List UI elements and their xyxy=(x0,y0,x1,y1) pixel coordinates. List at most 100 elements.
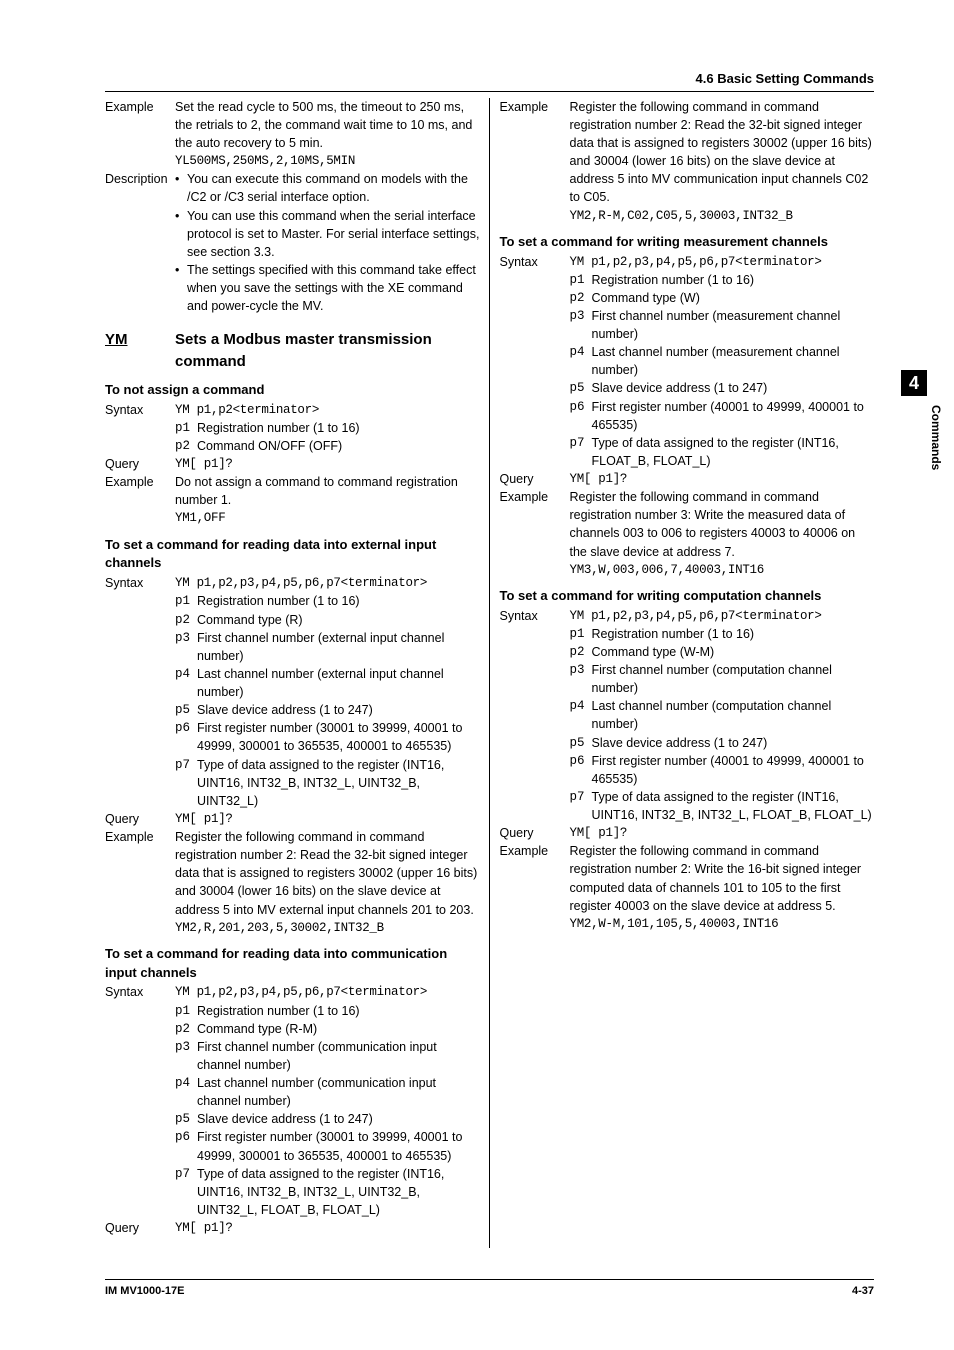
param-code: p3 xyxy=(570,661,592,679)
param-text: Command type (R) xyxy=(197,611,480,629)
param-code: p4 xyxy=(570,697,592,715)
syntax-label: Syntax xyxy=(105,983,175,1001)
subhead: To set a command for reading data into c… xyxy=(105,945,480,983)
query-text: YM[ p1]? xyxy=(570,470,875,488)
param-code: p1 xyxy=(175,592,197,610)
chapter-tab: 4 xyxy=(901,370,927,396)
syntax-text: YM p1,p2,p3,p4,p5,p6,p7<terminator> xyxy=(570,253,875,271)
footer-right: 4-37 xyxy=(852,1284,874,1300)
param-code: p2 xyxy=(175,437,197,455)
param-text: First channel number (measurement channe… xyxy=(592,307,875,343)
param-code: p7 xyxy=(570,788,592,806)
param-code: p5 xyxy=(570,734,592,752)
param-text: First register number (30001 to 39999, 4… xyxy=(197,1128,480,1164)
param-text: Last channel number (computation channel… xyxy=(592,697,875,733)
param-code: p6 xyxy=(570,752,592,770)
bullet-icon: • xyxy=(175,207,187,225)
example-text: Register the following command in comman… xyxy=(570,98,875,207)
param-code: p1 xyxy=(175,419,197,437)
param-code: p1 xyxy=(175,1002,197,1020)
example-label: Example xyxy=(105,98,175,116)
query-text: YM[ p1]? xyxy=(175,810,480,828)
example-code: YL500MS,250MS,2,10MS,5MIN xyxy=(175,152,480,170)
param-code: p7 xyxy=(570,434,592,452)
param-text: Command type (R-M) xyxy=(197,1020,480,1038)
param-code: p6 xyxy=(175,719,197,737)
subhead: To not assign a command xyxy=(105,381,480,400)
body-columns: ExampleSet the read cycle to 500 ms, the… xyxy=(105,98,874,1248)
param-code: p5 xyxy=(175,701,197,719)
command-desc: Sets a Modbus master transmission comman… xyxy=(175,329,480,373)
example-text: Register the following command in comman… xyxy=(175,828,480,919)
param-text: First register number (40001 to 49999, 4… xyxy=(592,752,875,788)
syntax-label: Syntax xyxy=(500,253,570,271)
param-text: Type of data assigned to the register (I… xyxy=(197,1165,480,1219)
example-code: YM3,W,003,006,7,40003,INT16 xyxy=(570,561,875,579)
param-code: p4 xyxy=(175,1074,197,1092)
query-label: Query xyxy=(500,470,570,488)
param-text: Type of data assigned to the register (I… xyxy=(592,788,875,824)
query-label: Query xyxy=(105,455,175,473)
param-text: First register number (30001 to 39999, 4… xyxy=(197,719,480,755)
param-text: First channel number (external input cha… xyxy=(197,629,480,665)
param-code: p2 xyxy=(570,289,592,307)
param-text: First channel number (computation channe… xyxy=(592,661,875,697)
syntax-label: Syntax xyxy=(105,574,175,592)
example-code: YM2,R,201,203,5,30002,INT32_B xyxy=(175,919,480,937)
example-label: Example xyxy=(500,98,570,116)
page: 4.6 Basic Setting Commands 4 Commands Ex… xyxy=(105,70,874,1300)
param-text: Command type (W) xyxy=(592,289,875,307)
param-text: Command type (W-M) xyxy=(592,643,875,661)
param-text: Last channel number (external input chan… xyxy=(197,665,480,701)
param-code: p4 xyxy=(175,665,197,683)
example-code: YM2,R-M,C02,C05,5,30003,INT32_B xyxy=(570,207,875,225)
param-text: Type of data assigned to the register (I… xyxy=(592,434,875,470)
param-code: p1 xyxy=(570,625,592,643)
example-text: Do not assign a command to command regis… xyxy=(175,473,480,509)
subhead: To set a command for writing computation… xyxy=(500,587,875,606)
param-text: Registration number (1 to 16) xyxy=(592,625,875,643)
subhead: To set a command for writing measurement… xyxy=(500,233,875,252)
param-text: Command ON/OFF (OFF) xyxy=(197,437,480,455)
param-code: p4 xyxy=(570,343,592,361)
command-mnemonic: YM xyxy=(105,329,175,351)
example-text: Register the following command in comman… xyxy=(570,488,875,561)
syntax-label: Syntax xyxy=(500,607,570,625)
param-text: Type of data assigned to the register (I… xyxy=(197,756,480,810)
syntax-text: YM p1,p2,p3,p4,p5,p6,p7<terminator> xyxy=(570,607,875,625)
param-code: p1 xyxy=(570,271,592,289)
syntax-label: Syntax xyxy=(105,401,175,419)
description-label: Description xyxy=(105,170,175,188)
example-text: Set the read cycle to 500 ms, the timeou… xyxy=(175,98,480,152)
param-text: Slave device address (1 to 247) xyxy=(197,701,480,719)
param-text: Registration number (1 to 16) xyxy=(197,419,480,437)
param-code: p7 xyxy=(175,1165,197,1183)
bullet-icon: • xyxy=(175,170,187,188)
example-label: Example xyxy=(500,488,570,506)
footer: IM MV1000-17E 4-37 xyxy=(105,1279,874,1300)
bullet-icon: • xyxy=(175,261,187,279)
param-code: p3 xyxy=(570,307,592,325)
param-text: Slave device address (1 to 247) xyxy=(592,379,875,397)
param-code: p2 xyxy=(175,1020,197,1038)
desc-bullet: You can execute this command on models w… xyxy=(187,170,480,206)
param-code: p6 xyxy=(570,398,592,416)
query-text: YM[ p1]? xyxy=(570,824,875,842)
section-header: 4.6 Basic Setting Commands xyxy=(105,70,874,92)
example-label: Example xyxy=(500,842,570,860)
query-label: Query xyxy=(105,810,175,828)
query-label: Query xyxy=(105,1219,175,1237)
query-text: YM[ p1]? xyxy=(175,455,480,473)
syntax-text: YM p1,p2,p3,p4,p5,p6,p7<terminator> xyxy=(175,983,480,1001)
param-code: p5 xyxy=(175,1110,197,1128)
chapter-tab-label: Commands xyxy=(927,405,944,470)
param-text: Registration number (1 to 16) xyxy=(197,1002,480,1020)
param-code: p6 xyxy=(175,1128,197,1146)
example-label: Example xyxy=(105,473,175,491)
param-text: Slave device address (1 to 247) xyxy=(592,734,875,752)
param-code: p7 xyxy=(175,756,197,774)
param-code: p2 xyxy=(570,643,592,661)
param-text: First register number (40001 to 49999, 4… xyxy=(592,398,875,434)
param-code: p3 xyxy=(175,1038,197,1056)
desc-bullet: You can use this command when the serial… xyxy=(187,207,480,261)
